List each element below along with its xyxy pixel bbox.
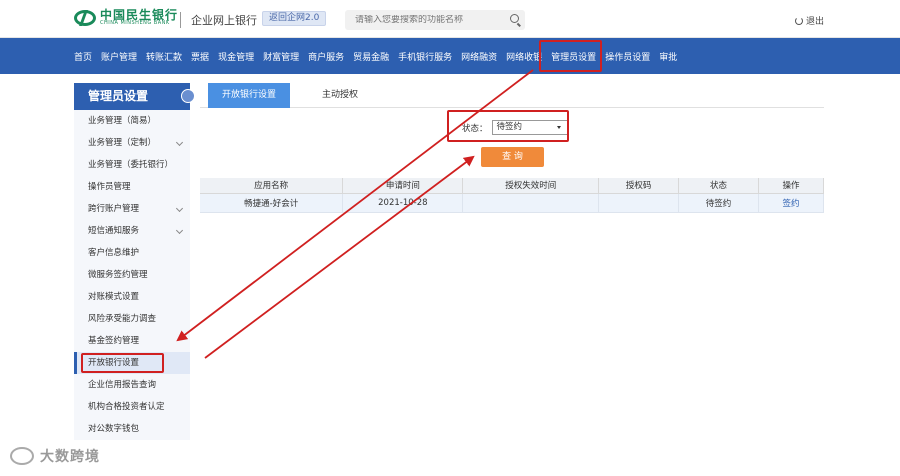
arrow-admin-to-sidebar — [176, 69, 534, 342]
arrow-sidebar-to-filter — [204, 155, 475, 359]
annotation-arrows — [176, 69, 534, 359]
watermark-logo-icon — [10, 447, 34, 465]
watermark-text: 大数跨境 — [40, 449, 100, 465]
watermark: 大数跨境 — [10, 446, 100, 466]
